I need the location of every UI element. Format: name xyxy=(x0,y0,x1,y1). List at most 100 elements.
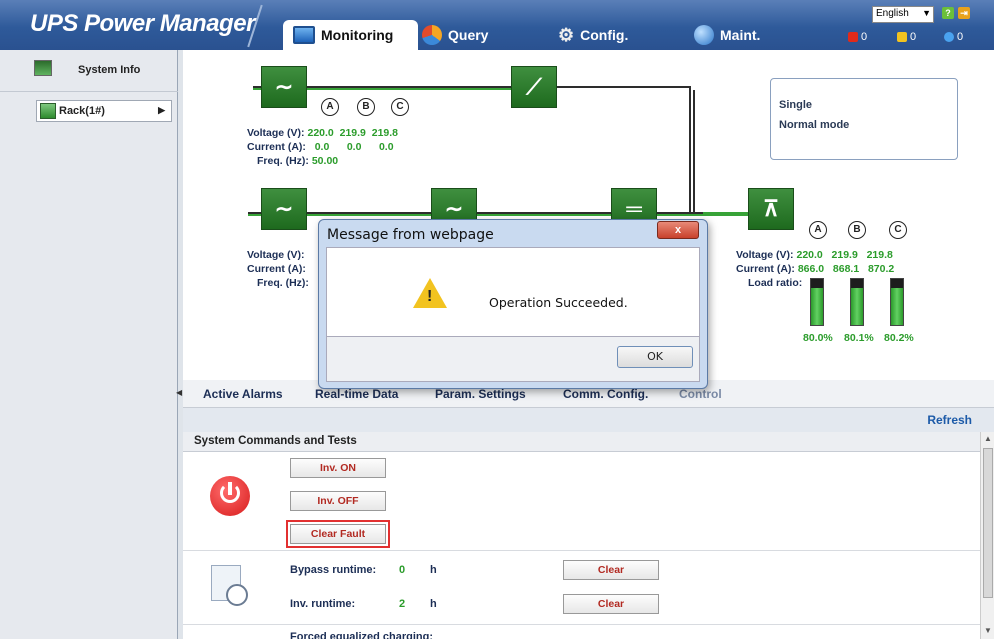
sidebar-item-system-info[interactable]: System Info xyxy=(0,56,178,92)
status-box: Single Normal mode xyxy=(770,78,958,160)
scroll-up-icon[interactable]: ▲ xyxy=(984,434,992,443)
bypass-voltage-label: Voltage (V): xyxy=(247,127,305,139)
alarm-major[interactable]: 0 xyxy=(897,31,916,43)
tab-query[interactable]: Query xyxy=(412,20,498,50)
main-readings: Voltage (V): Current (A): Freq. (Hz): xyxy=(247,248,309,290)
tab-monitoring-label: Monitoring xyxy=(321,27,394,43)
forced-charging-label: Forced equalized charging: xyxy=(290,631,434,639)
output-phase-b-badge: B xyxy=(848,221,866,239)
bypass-current-c: 0.0 xyxy=(378,141,394,153)
main-voltage-label: Voltage (V): xyxy=(247,249,305,261)
alarm-info[interactable]: 0 xyxy=(944,31,963,43)
inv-runtime-value: 2 xyxy=(399,598,406,610)
tab-config[interactable]: ⚙ Config. xyxy=(548,20,638,50)
bypass-current-label: Current (A): xyxy=(247,141,306,153)
tab-comm-config[interactable]: Comm. Config. xyxy=(563,387,648,401)
load-bar-b xyxy=(850,278,864,326)
inv-off-button[interactable]: Inv. OFF xyxy=(290,491,386,511)
logout-icon[interactable]: ⇥ xyxy=(958,7,970,19)
refresh-link[interactable]: Refresh xyxy=(927,413,972,427)
output-current-c: 870.2 xyxy=(867,263,895,275)
dialog-close-button[interactable]: x xyxy=(657,221,699,239)
section-title: System Commands and Tests xyxy=(183,432,980,452)
gear-icon: ⚙ xyxy=(558,25,575,45)
output-current-label: Current (A): xyxy=(736,263,795,275)
static-switch-module[interactable]: ⟋ xyxy=(511,66,557,108)
output-module[interactable]: ⊼ xyxy=(748,188,794,230)
bypass-voltage-c: 219.8 xyxy=(371,127,399,139)
inv-on-button[interactable]: Inv. ON xyxy=(290,458,386,478)
ok-button[interactable]: OK xyxy=(617,346,693,368)
section-divider xyxy=(183,550,980,551)
tab-maint[interactable]: Maint. xyxy=(684,20,770,50)
bypass-wire-down xyxy=(689,86,691,214)
language-value: English xyxy=(876,8,909,19)
bypass-current-b: 0.0 xyxy=(346,141,362,153)
info-alarm-icon xyxy=(944,32,954,42)
bypass-voltage-a: 220.0 xyxy=(307,127,334,139)
critical-count: 0 xyxy=(861,31,868,43)
bypass-wire-2 xyxy=(551,86,691,88)
status-line-1: Single xyxy=(779,99,813,111)
output-wire xyxy=(703,212,748,215)
main-input-module[interactable]: ∼ xyxy=(261,188,307,230)
main-freq-label: Freq. (Hz): xyxy=(257,277,309,289)
help-icon[interactable]: ? xyxy=(942,7,954,19)
load-bar-a-fill xyxy=(811,288,823,325)
bypass-freq-label: Freq. (Hz): xyxy=(257,155,309,167)
tab-param-settings[interactable]: Param. Settings xyxy=(435,387,526,401)
alarm-critical[interactable]: 0 xyxy=(848,31,867,43)
chevron-down-icon: ▼ xyxy=(922,8,931,18)
status-line-2: Normal mode xyxy=(779,119,850,131)
bypass-runtime-value: 0 xyxy=(399,564,406,576)
language-select[interactable]: English ▼ xyxy=(872,6,934,23)
message-dialog: Message from webpage x ! Operation Succe… xyxy=(318,219,708,389)
critical-alarm-icon xyxy=(848,32,858,42)
phase-b-badge: B xyxy=(357,98,375,116)
scroll-thumb[interactable] xyxy=(983,448,993,598)
dialog-message: Operation Succeeded. xyxy=(489,295,628,310)
sidebar-item-rack[interactable]: Rack(1#) ▶ xyxy=(36,100,172,122)
load-bar-c xyxy=(890,278,904,326)
clock-icon xyxy=(211,565,248,606)
output-phase-a-badge: A xyxy=(809,221,827,239)
scroll-down-icon[interactable]: ▼ xyxy=(984,626,992,635)
clear-bypass-runtime-button[interactable]: Clear xyxy=(563,560,659,580)
pie-chart-icon xyxy=(422,25,442,45)
panel-scrollbar[interactable]: ▲ ▼ xyxy=(980,432,994,639)
load-pct-b: 80.1% xyxy=(844,332,874,344)
phase-a-badge: A xyxy=(321,98,339,116)
info-count: 0 xyxy=(957,31,964,43)
refresh-row: Refresh xyxy=(183,408,994,432)
monitor-icon xyxy=(293,26,315,44)
globe-icon xyxy=(694,25,714,45)
dialog-title: Message from webpage xyxy=(327,227,494,243)
clear-fault-button[interactable]: Clear Fault xyxy=(286,520,390,548)
tab-active-alarms[interactable]: Active Alarms xyxy=(203,387,283,401)
output-current-a: 866.0 xyxy=(797,263,825,275)
tab-realtime-data[interactable]: Real-time Data xyxy=(315,387,398,401)
bypass-runtime-label: Bypass runtime: xyxy=(290,564,377,576)
tab-control[interactable]: Control xyxy=(679,387,722,401)
output-voltage-b: 219.9 xyxy=(831,249,858,261)
sidebar: System Info Rack(1#) ▶ ◀ xyxy=(0,50,182,639)
load-bar-b-fill xyxy=(851,288,863,325)
load-ratio-label: Load ratio: xyxy=(748,277,803,289)
dialog-footer: OK xyxy=(326,337,700,382)
inv-runtime-unit: h xyxy=(430,598,437,610)
tab-monitoring[interactable]: Monitoring xyxy=(283,20,418,50)
section-divider-2 xyxy=(183,624,980,625)
clear-inv-runtime-button[interactable]: Clear xyxy=(563,594,659,614)
bypass-input-module[interactable]: ∼ xyxy=(261,66,307,108)
warning-icon-mark: ! xyxy=(427,288,433,305)
output-voltage-c: 219.8 xyxy=(866,249,893,261)
system-info-icon xyxy=(34,60,52,76)
bypass-readings: Voltage (V): 220.0 219.9 219.8 Current (… xyxy=(247,126,398,168)
collapse-sidebar-icon[interactable]: ◀ xyxy=(176,388,182,397)
rack-label: Rack(1#) xyxy=(59,105,105,117)
load-pct-a: 80.0% xyxy=(803,332,833,344)
main-wire-green xyxy=(248,214,748,216)
inv-runtime-label: Inv. runtime: xyxy=(290,598,356,610)
output-voltage-label: Voltage (V): xyxy=(736,249,794,261)
dialog-body: ! Operation Succeeded. xyxy=(326,247,700,337)
